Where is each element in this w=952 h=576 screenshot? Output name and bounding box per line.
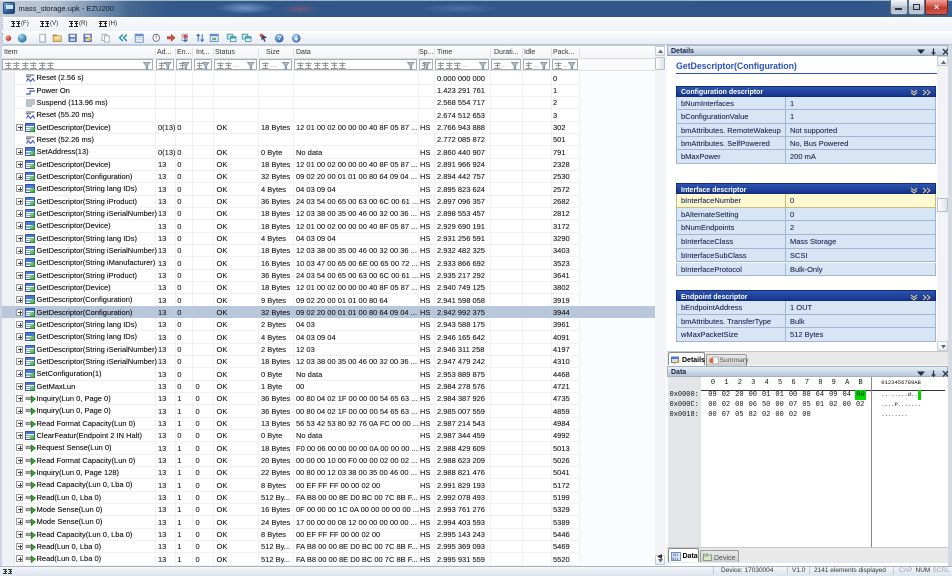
- svg-text:011: 011: [672, 556, 678, 560]
